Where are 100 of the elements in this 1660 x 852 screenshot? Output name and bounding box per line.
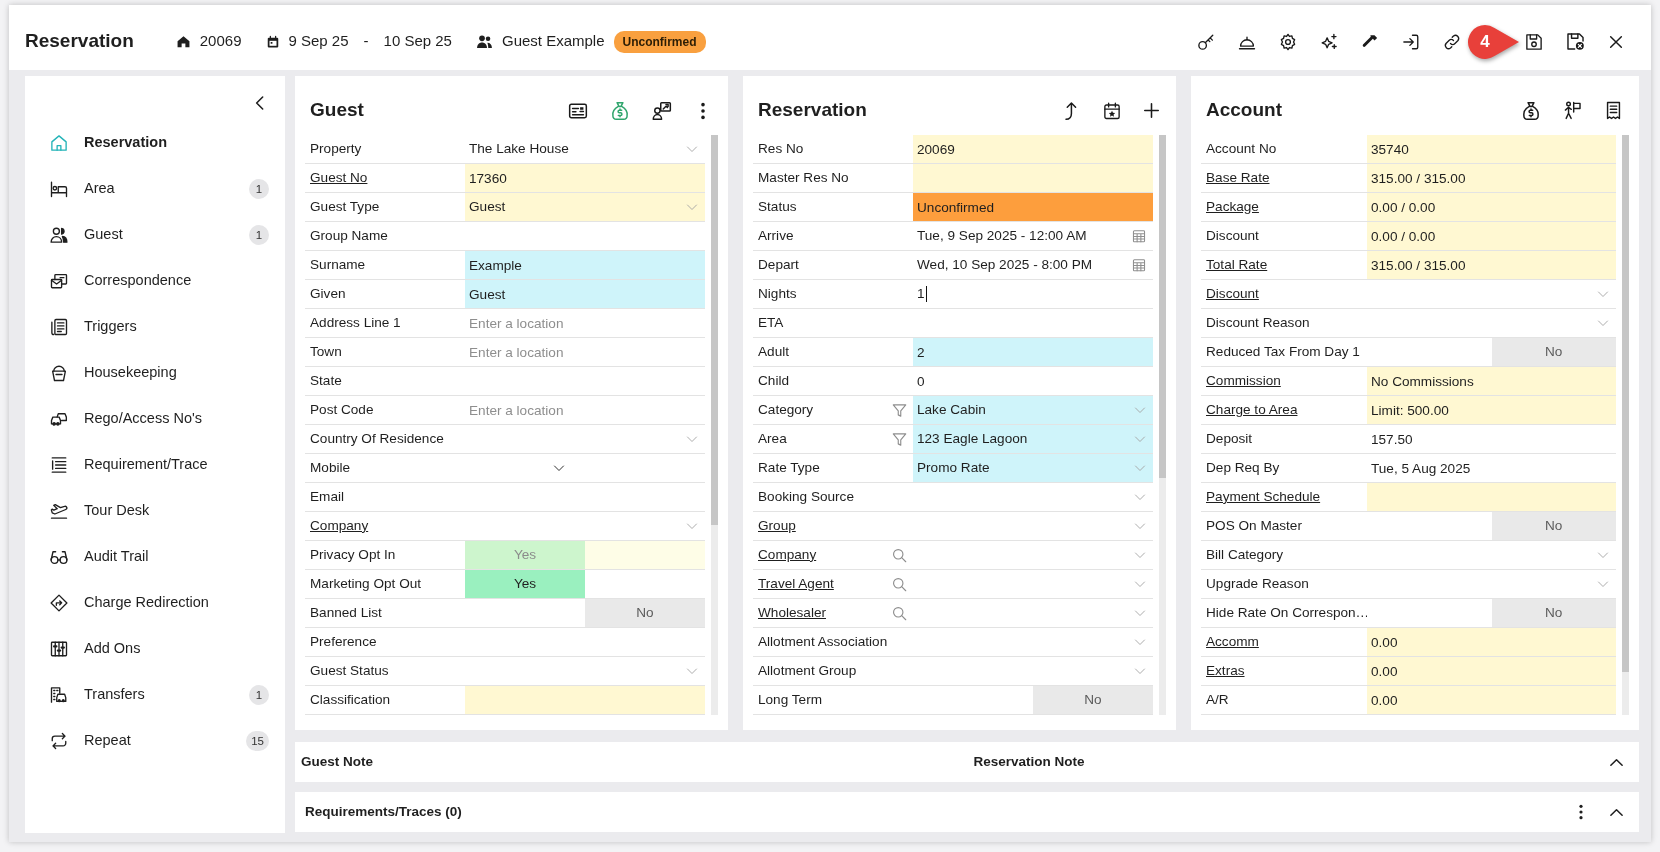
calendar-icon[interactable] <box>1132 229 1146 243</box>
field-link[interactable]: Accomm <box>1206 631 1259 653</box>
search-icon[interactable] <box>892 576 907 592</box>
input-field[interactable]: 0.00 / 0.00 <box>1367 193 1616 221</box>
select-field[interactable]: Guest <box>465 193 705 221</box>
input-field[interactable] <box>913 164 1153 192</box>
count-badge: 1 <box>249 685 269 705</box>
input-field[interactable]: 315.00 / 315.00 <box>1367 251 1616 279</box>
input-field[interactable] <box>465 686 705 714</box>
field-link[interactable]: Company <box>758 544 817 566</box>
input-field[interactable] <box>1367 483 1616 511</box>
plus-icon[interactable] <box>1143 102 1160 119</box>
cars-icon <box>50 410 68 428</box>
field-link[interactable]: Package <box>1206 196 1259 218</box>
input-field[interactable]: Limit: 500.00 <box>1367 396 1616 424</box>
home-icon <box>175 34 191 49</box>
chevron-down-icon <box>1134 549 1146 561</box>
field-link[interactable]: Wholesaler <box>758 602 826 624</box>
field-link[interactable]: Travel Agent <box>758 573 834 595</box>
search-icon[interactable] <box>892 605 907 621</box>
key-icon[interactable] <box>1197 32 1215 51</box>
field-label: Guest Type <box>310 197 380 216</box>
toggle-option[interactable]: No <box>1491 338 1616 366</box>
field-link[interactable]: Discount <box>1206 283 1259 305</box>
chevron-down-icon[interactable] <box>553 462 565 474</box>
input-field[interactable]: 0.00 / 0.00 <box>1367 222 1616 250</box>
filter-icon[interactable] <box>892 402 907 418</box>
sign-in-icon[interactable] <box>1402 32 1420 51</box>
field-label: Area <box>758 429 787 448</box>
field-link[interactable]: Charge to Area <box>1206 399 1298 421</box>
settings-icon[interactable] <box>1279 32 1297 51</box>
input-field[interactable]: 0.00 <box>1367 628 1616 656</box>
sidebar-item[interactable]: Charge Redirection <box>50 592 209 614</box>
field-link[interactable]: Payment Schedule <box>1206 486 1321 508</box>
sidebar-item[interactable]: Requirement/Trace <box>50 454 208 476</box>
scrollbar[interactable] <box>1622 135 1629 715</box>
input-field[interactable]: Unconfirmed <box>913 193 1153 221</box>
chevron-down-icon <box>686 665 698 677</box>
field-link[interactable]: Base Rate <box>1206 167 1270 189</box>
toggle-option[interactable]: Yes <box>465 570 585 598</box>
calendar-icon[interactable] <box>1132 258 1146 272</box>
close-icon[interactable] <box>1608 33 1624 50</box>
repeat-icon <box>50 732 68 750</box>
input-field[interactable]: 0.00 <box>1367 686 1616 714</box>
sidebar-item[interactable]: Repeat <box>50 730 131 752</box>
scrollbar[interactable] <box>1159 135 1166 715</box>
field-link[interactable]: Extras <box>1206 660 1245 682</box>
toggle-option[interactable]: No <box>585 599 705 627</box>
input-field[interactable]: Example <box>465 251 705 279</box>
field-link[interactable]: Guest No <box>310 167 368 189</box>
input-field[interactable]: Guest <box>465 280 705 308</box>
field-label: Depart <box>758 255 799 274</box>
sidebar-item[interactable]: Audit Trail <box>50 546 149 568</box>
link-icon[interactable] <box>1443 32 1461 51</box>
money-bag-icon[interactable] <box>1521 100 1541 121</box>
input-field[interactable]: 20069 <box>913 135 1153 163</box>
field-label: Bill Category <box>1206 545 1284 564</box>
toggle-option[interactable]: No <box>1491 512 1616 540</box>
input-field[interactable]: 2 <box>913 338 1153 366</box>
chevron-down-icon <box>1134 433 1146 445</box>
input-field[interactable]: No Commissions <box>1367 367 1616 395</box>
select-field[interactable]: 123 Eagle Lagoon <box>913 425 1153 453</box>
sparkle-icon[interactable] <box>1320 32 1338 51</box>
field-label: State <box>310 371 342 390</box>
floppy-x-icon[interactable] <box>1566 32 1585 51</box>
save-icon[interactable] <box>1525 32 1543 51</box>
toggle-option[interactable]: No <box>1033 686 1153 714</box>
receipt-icon[interactable] <box>1604 101 1623 120</box>
field-link[interactable]: Group <box>758 515 796 537</box>
count-badge: 15 <box>246 731 269 751</box>
sidebar-item[interactable]: Area <box>50 178 115 200</box>
input-field[interactable]: 315.00 / 315.00 <box>1367 164 1616 192</box>
toggle-option[interactable]: No <box>1491 599 1616 627</box>
search-icon[interactable] <box>892 547 907 563</box>
sidebar-item[interactable]: Triggers <box>50 316 137 338</box>
scrollbar[interactable] <box>711 135 718 715</box>
field-label: Adult <box>758 342 789 361</box>
sidebar-item[interactable]: Rego/Access No's <box>50 408 202 430</box>
field-link[interactable]: Commission <box>1206 370 1281 392</box>
sidebar-item[interactable]: Tour Desk <box>50 500 150 522</box>
select-field[interactable]: Promo Rate <box>913 454 1153 482</box>
input-field[interactable]: 35740 <box>1367 135 1616 163</box>
field-label: Dep Req By <box>1206 458 1280 477</box>
filter-icon[interactable] <box>892 431 907 447</box>
person-flag-icon[interactable] <box>1563 101 1582 120</box>
person-chart-icon[interactable] <box>652 100 672 121</box>
field-link[interactable]: Total Rate <box>1206 254 1268 276</box>
sidebar-item[interactable]: Reservation <box>50 132 167 154</box>
sidebar-item[interactable]: Housekeeping <box>50 362 177 384</box>
input-field[interactable]: 17360 <box>465 164 705 192</box>
input-field[interactable]: 0.00 <box>1367 657 1616 685</box>
field-label: Allotment Group <box>758 661 857 680</box>
sidebar-item[interactable]: Add Ons <box>50 638 141 660</box>
calendar-icon <box>265 34 280 49</box>
sidebar-item[interactable]: Transfers <box>50 684 145 706</box>
select-field[interactable]: Lake Cabin <box>913 396 1153 424</box>
sidebar-item[interactable]: Guest <box>50 224 123 246</box>
field-link[interactable]: Company <box>310 515 369 537</box>
sidebar-item[interactable]: Correspondence <box>50 270 192 292</box>
field-label: Email <box>310 487 344 506</box>
